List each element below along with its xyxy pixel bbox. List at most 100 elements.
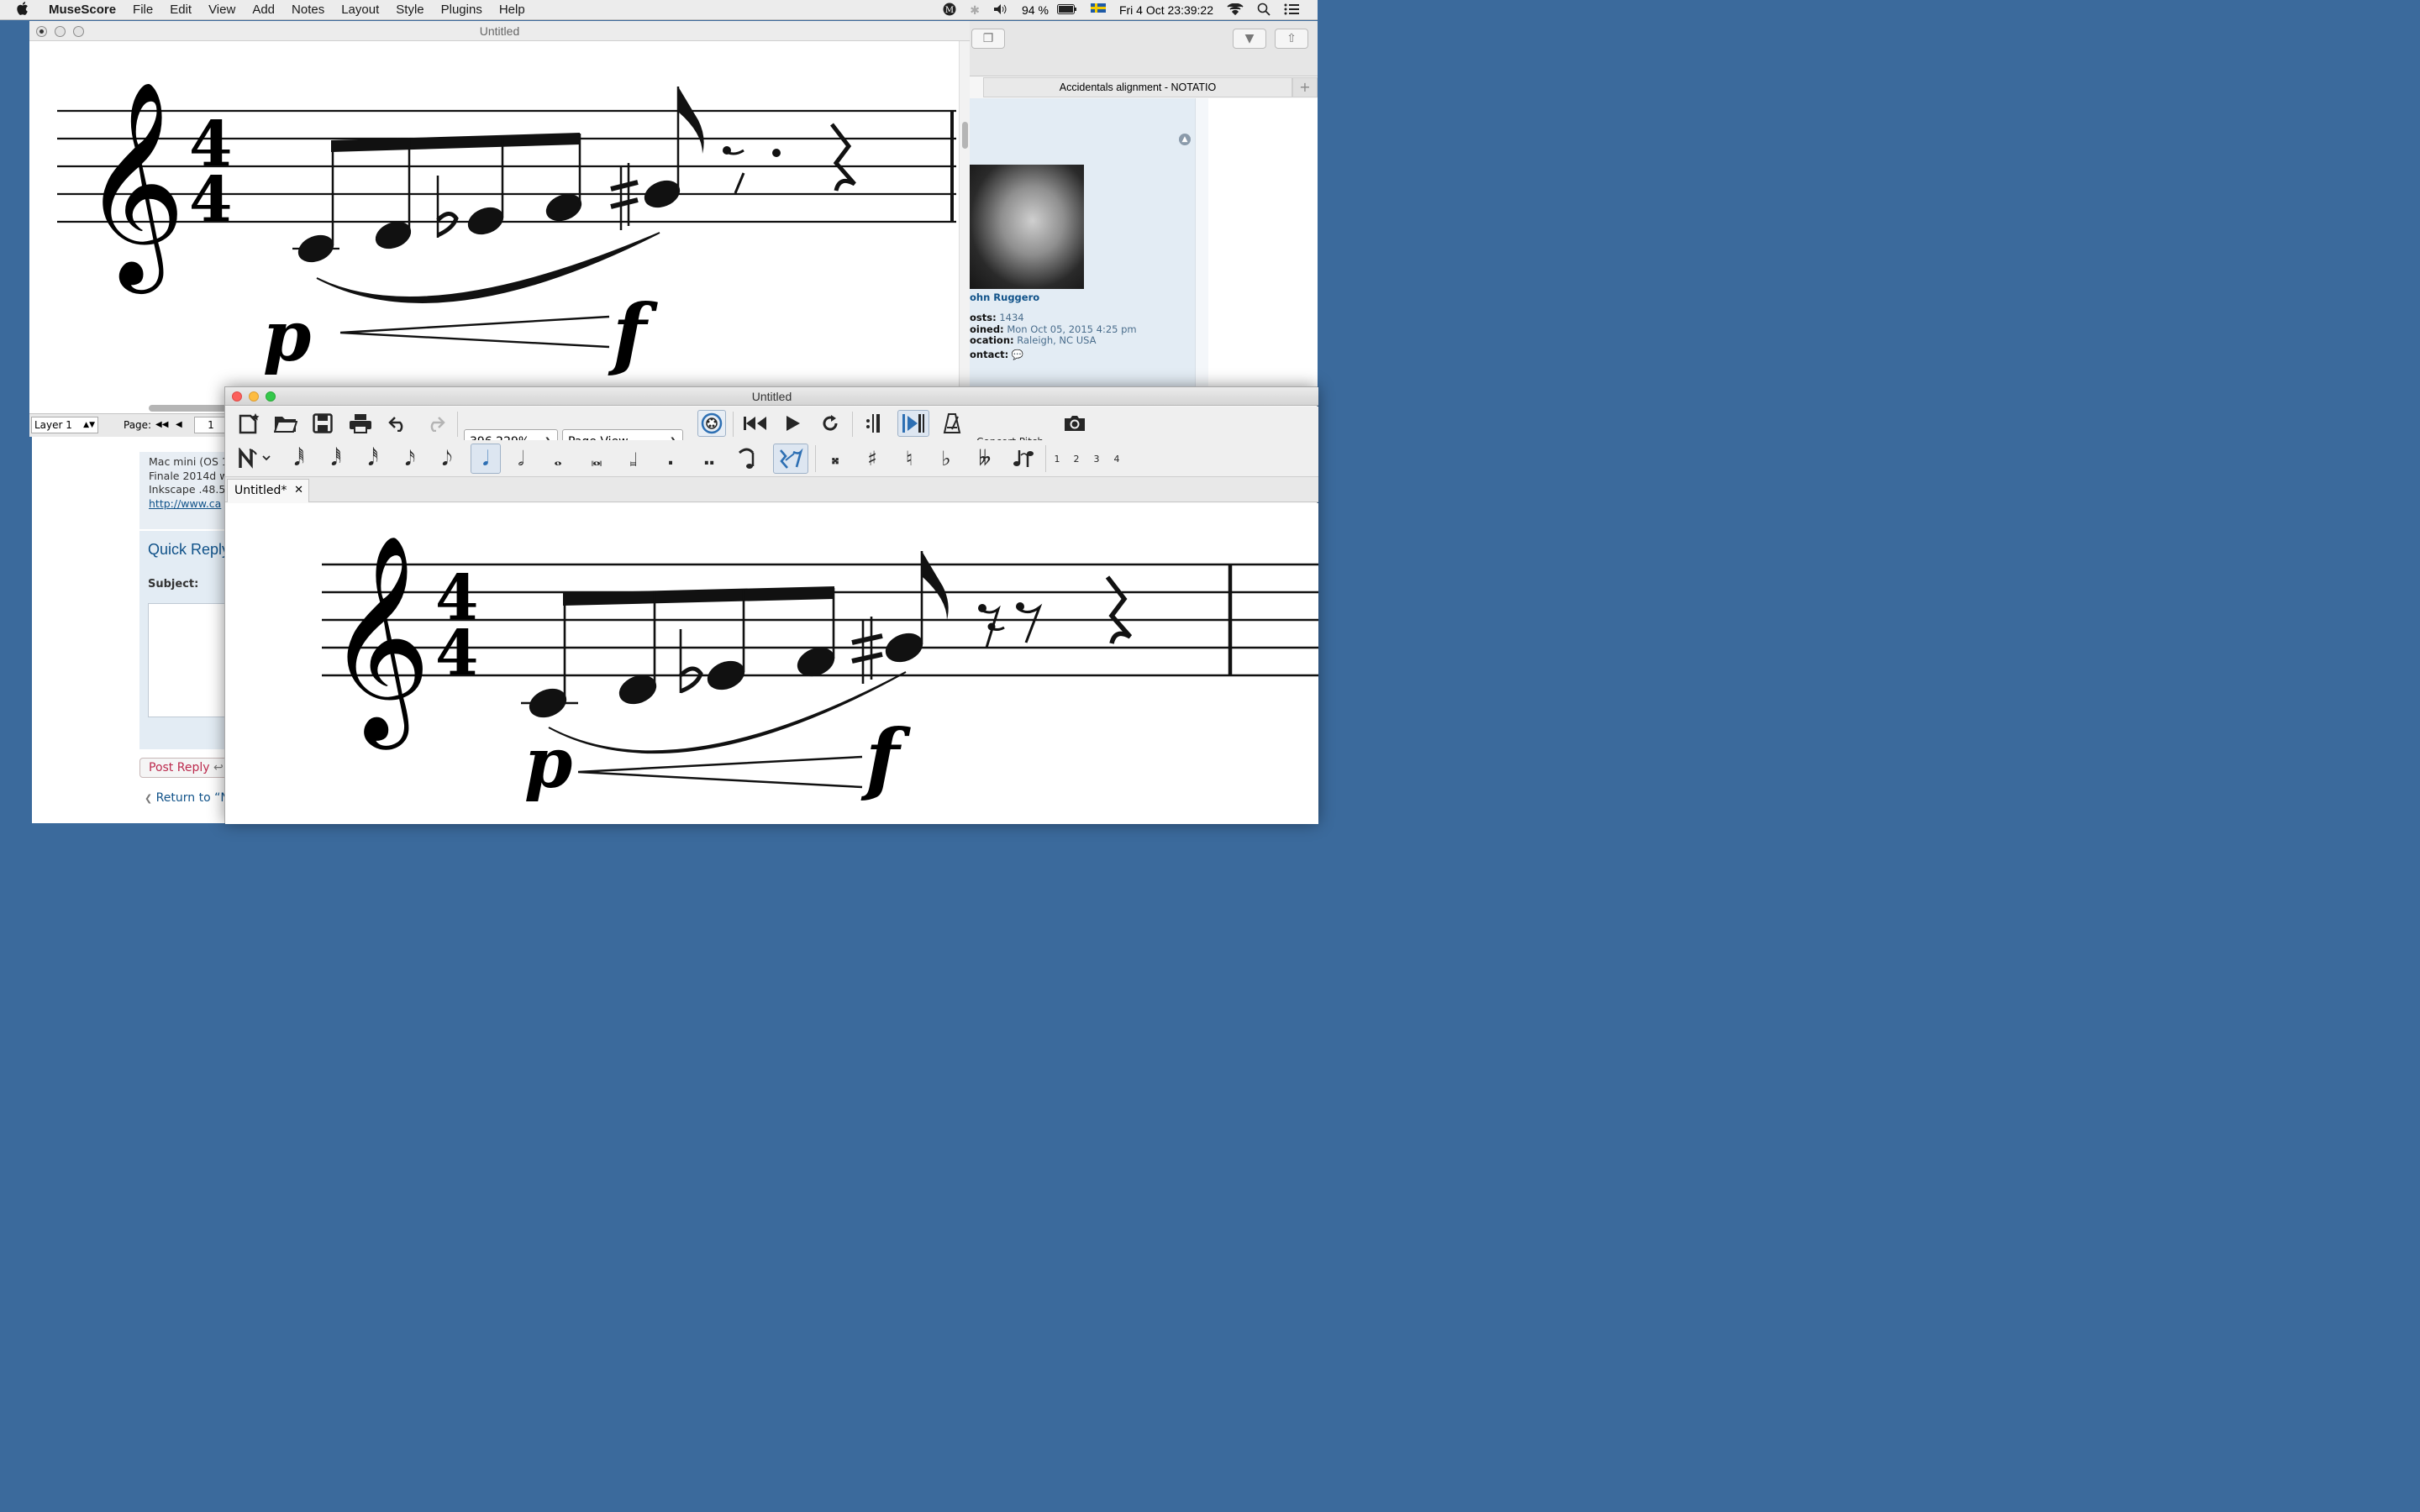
menubar-clock[interactable]: Fri 4 Oct 23:39:22 <box>1119 3 1213 17</box>
posts-value[interactable]: 1434 <box>999 312 1023 323</box>
contact-chat-icon[interactable]: 💬 <box>1012 349 1023 360</box>
note-input-mode-icon[interactable] <box>235 445 272 472</box>
menu-plugins[interactable]: Plugins <box>433 3 491 17</box>
save-icon[interactable] <box>309 410 336 437</box>
tab-overview-button[interactable]: ❐ <box>971 29 1005 49</box>
note-half-icon[interactable]: 𝅗𝅥 <box>509 445 533 472</box>
menu-app-name[interactable]: MuseScore <box>40 3 124 17</box>
zoom-icon[interactable] <box>73 26 84 37</box>
post-reply-button[interactable]: Post Reply ↩ <box>139 758 232 778</box>
quarter-rest[interactable] <box>1105 575 1133 644</box>
prev-page-icon[interactable]: ◀ <box>176 417 182 433</box>
redo-icon[interactable] <box>422 410 449 437</box>
new-score-icon[interactable] <box>235 410 262 437</box>
flat-accidental[interactable] <box>679 666 703 694</box>
dynamic-f[interactable]: f <box>608 287 658 380</box>
menu-add[interactable]: Add <box>244 3 283 17</box>
close-icon[interactable] <box>36 26 47 37</box>
play-icon[interactable] <box>780 410 805 437</box>
input-flag-icon[interactable] <box>1090 3 1106 17</box>
note-head[interactable] <box>881 628 928 668</box>
menu-view[interactable]: View <box>200 3 244 17</box>
bluetooth-icon[interactable]: ✱ <box>970 3 980 18</box>
close-icon[interactable] <box>232 391 242 402</box>
loop-icon[interactable] <box>817 410 844 437</box>
wifi-icon[interactable] <box>1227 3 1244 18</box>
time-signature-bottom[interactable]: 4 <box>435 617 479 690</box>
voice-1-button[interactable]: 1 <box>1050 445 1064 472</box>
close-tab-icon[interactable]: ✕ <box>294 480 303 501</box>
new-tab-button[interactable]: + <box>1292 77 1318 97</box>
camera-icon[interactable] <box>1060 410 1089 437</box>
double-flat-icon[interactable]: 𝄫 <box>971 445 998 472</box>
note-32nd-icon[interactable]: 𝅘𝅥𝅰 <box>361 445 385 472</box>
note-breve-icon[interactable]: 𝅜 <box>583 445 610 472</box>
note-whole-icon[interactable]: 𝅝 <box>546 445 570 472</box>
menu-notes[interactable]: Notes <box>283 3 333 17</box>
minimize-icon[interactable] <box>249 391 259 402</box>
vertical-scrollbar[interactable] <box>959 41 970 413</box>
double-dot-icon[interactable]: .. <box>696 445 721 472</box>
zoom-icon[interactable] <box>266 391 276 402</box>
minimize-icon[interactable] <box>55 26 66 37</box>
share-button[interactable]: ⇧ <box>1275 29 1308 49</box>
repeat-playback-icon[interactable] <box>860 410 886 437</box>
mixer-icon[interactable] <box>697 410 726 437</box>
first-page-icon[interactable]: ◀◀ <box>155 417 168 433</box>
document-tab[interactable]: Untitled* ✕ <box>227 479 309 502</box>
note-quarter-icon[interactable]: 𝅘𝅥 <box>471 444 501 474</box>
tie-icon[interactable] <box>734 445 760 472</box>
dynamic-p[interactable]: p <box>524 723 572 804</box>
undo-icon[interactable] <box>385 410 412 437</box>
rest-toggle-icon[interactable] <box>773 444 808 474</box>
sharp-icon[interactable]: ♯ <box>860 445 884 472</box>
menu-file[interactable]: File <box>124 3 161 17</box>
note-head[interactable] <box>294 230 338 267</box>
natural-icon[interactable]: ♮ <box>897 445 921 472</box>
menu-style[interactable]: Style <box>387 3 432 17</box>
scrollbar-thumb[interactable] <box>962 122 968 149</box>
menu-help[interactable]: Help <box>491 3 534 17</box>
downloads-button[interactable]: ▼ <box>1233 29 1266 49</box>
profile-name[interactable]: ohn Ruggero <box>970 291 1039 303</box>
dynamic-p[interactable]: p <box>263 297 311 377</box>
menu-layout[interactable]: Layout <box>333 3 387 17</box>
voice-4-button[interactable]: 4 <box>1110 445 1123 472</box>
spotlight-search-icon[interactable] <box>1257 3 1270 18</box>
crescendo-hairpin[interactable] <box>577 755 863 789</box>
menu-edit[interactable]: Edit <box>161 3 200 17</box>
volume-icon[interactable] <box>993 3 1008 18</box>
eighth-rest[interactable] <box>1018 603 1043 643</box>
flip-direction-icon[interactable] <box>1010 445 1037 472</box>
layer-select[interactable]: Layer 1 ▲▼ <box>31 417 98 433</box>
voice-3-button[interactable]: 3 <box>1090 445 1103 472</box>
note-longa-icon[interactable]: 𝆷 <box>620 445 647 472</box>
apple-icon[interactable] <box>0 1 40 18</box>
treble-clef[interactable]: 𝄞 <box>326 533 431 750</box>
crescendo-hairpin[interactable] <box>339 315 610 349</box>
notification-center-icon[interactable] <box>1284 3 1299 18</box>
note-64th-icon[interactable]: 𝅘𝅥𝅱 <box>324 445 348 472</box>
rewind-icon[interactable] <box>741 410 770 437</box>
double-sharp-icon[interactable]: 𝄪 <box>823 445 847 472</box>
return-link[interactable]: ❮ Return to “N <box>145 791 229 805</box>
musescore-status-icon[interactable]: M <box>943 3 956 18</box>
scroll-top-icon[interactable]: ▲ <box>1179 134 1191 145</box>
note-16th-icon[interactable]: 𝅘𝅥𝅯 <box>398 445 422 472</box>
horizontal-scrollbar-thumb[interactable] <box>149 405 231 412</box>
metronome-icon[interactable] <box>939 410 965 437</box>
flat-icon[interactable]: ♭ <box>934 445 958 472</box>
note-head[interactable] <box>703 656 750 696</box>
dynamic-f[interactable]: f <box>860 712 911 805</box>
augmentation-dot-icon[interactable]: . <box>660 445 681 472</box>
pan-score-icon[interactable] <box>897 410 929 437</box>
note-head[interactable] <box>464 202 508 239</box>
score-canvas[interactable]: 𝄞 4 4 p f <box>225 503 1318 824</box>
page-number-input[interactable]: 1 <box>194 417 228 433</box>
note-eighth-icon[interactable]: 𝅘𝅥𝅮 <box>435 445 459 472</box>
open-file-icon[interactable] <box>272 410 299 437</box>
browser-tab[interactable]: Accidentals alignment - NOTATIO <box>983 77 1292 97</box>
battery-icon[interactable] <box>1056 3 1077 17</box>
voice-2-button[interactable]: 2 <box>1070 445 1083 472</box>
print-icon[interactable] <box>346 410 375 437</box>
